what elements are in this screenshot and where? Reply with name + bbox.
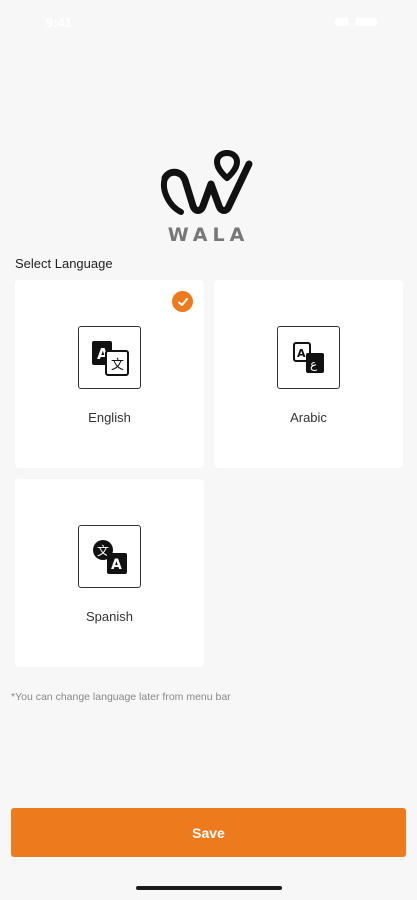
- signal-icon: [335, 18, 349, 26]
- wala-logo-mark-icon: [160, 150, 252, 215]
- status-indicators: [335, 18, 377, 26]
- status-time: 9:41: [46, 14, 73, 30]
- language-label-english: English: [88, 410, 131, 425]
- battery-icon: [355, 18, 377, 26]
- svg-text:A: A: [111, 557, 122, 573]
- svg-text:A: A: [297, 347, 306, 360]
- translate-en-icon: A 文: [78, 326, 141, 389]
- translate-es-icon: 文 A: [78, 525, 141, 588]
- language-card-english[interactable]: A 文 English: [15, 280, 204, 468]
- home-indicator[interactable]: [136, 886, 282, 890]
- language-label-spanish: Spanish: [86, 609, 133, 624]
- language-card-spanish[interactable]: 文 A Spanish: [15, 479, 204, 667]
- selected-check-icon: [172, 291, 193, 312]
- save-button[interactable]: Save: [11, 808, 406, 857]
- app-logo: WALA: [0, 140, 417, 246]
- svg-text:ع: ع: [310, 357, 318, 371]
- language-card-arabic[interactable]: A ع Arabic: [214, 280, 403, 468]
- language-change-note: *You can change language later from menu…: [11, 691, 231, 703]
- svg-text:文: 文: [111, 358, 124, 373]
- section-label: Select Language: [15, 256, 113, 271]
- status-bar: 9:41: [0, 0, 417, 44]
- language-label-arabic: Arabic: [290, 410, 327, 425]
- translate-ar-icon: A ع: [277, 326, 340, 389]
- brand-wordmark: WALA: [167, 224, 250, 246]
